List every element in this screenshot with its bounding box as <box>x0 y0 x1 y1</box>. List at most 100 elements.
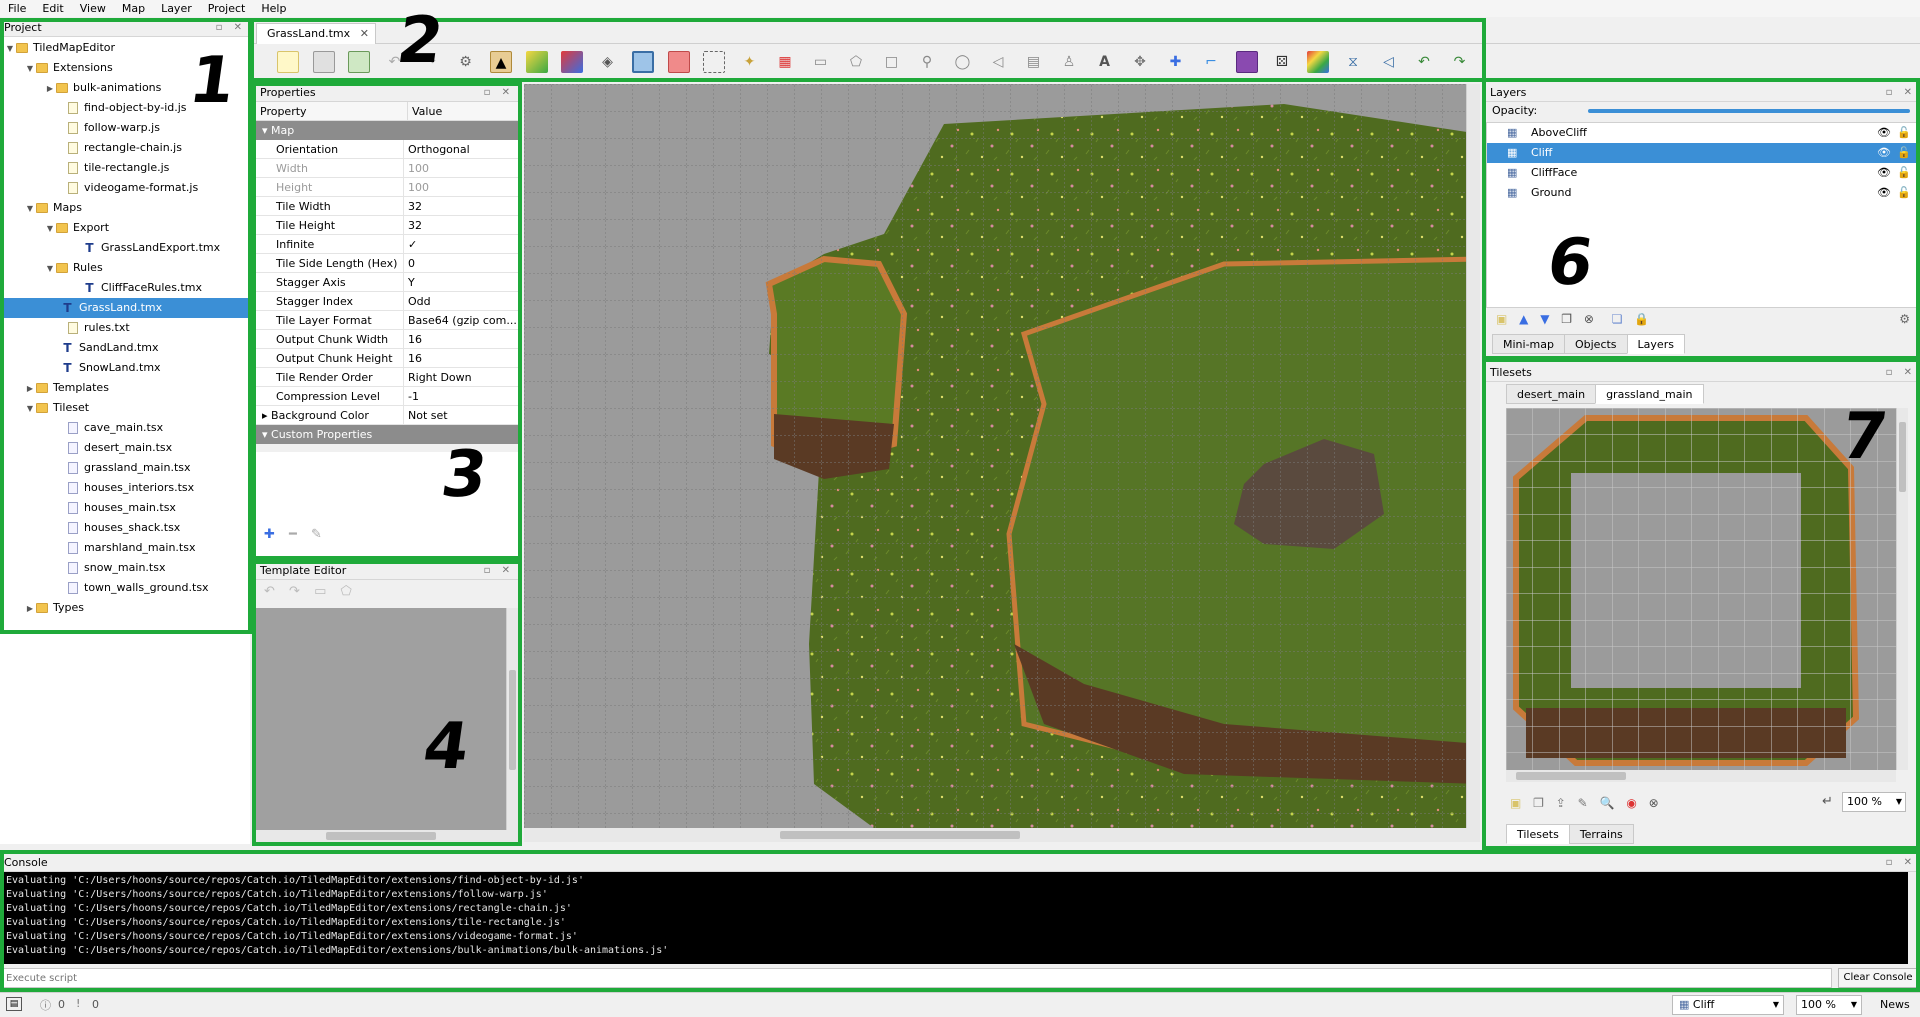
property-value[interactable]: Not set <box>404 406 518 424</box>
chevron-down-icon[interactable]: ▼ <box>1851 996 1857 1014</box>
tree-tileset[interactable]: ▼ Tileset <box>0 398 250 418</box>
tree-file[interactable]: town_walls_ground.tsx <box>0 578 250 598</box>
embed-tileset-icon[interactable]: ❐ <box>1533 796 1544 810</box>
tree-types[interactable]: ▶ Types <box>0 598 250 618</box>
insert-rectangle-icon[interactable]: □ <box>881 51 903 73</box>
lock-icon[interactable]: 🔓 <box>1897 123 1911 143</box>
wang-brush-icon[interactable] <box>561 51 583 73</box>
insert-polygon-icon[interactable]: ◁ <box>987 51 1009 73</box>
flip-horizontal-icon[interactable]: ⧖ <box>1342 51 1364 73</box>
chevron-right-icon[interactable]: ▶ <box>24 599 36 619</box>
panel-float-close-icon[interactable]: ▫ ✕ <box>484 84 514 102</box>
tab-tilesets[interactable]: Tilesets <box>1506 824 1570 844</box>
canvas-vscroll[interactable] <box>1466 84 1480 828</box>
property-row[interactable]: Width 100 <box>256 159 518 178</box>
eye-icon[interactable]: 👁 <box>1877 143 1891 163</box>
layer-row[interactable]: ▦ Ground 👁 🔓 <box>1487 183 1919 203</box>
layer-row[interactable]: ▦ CliffFace 👁 🔓 <box>1487 163 1919 183</box>
tree-file[interactable]: houses_main.tsx <box>0 498 250 518</box>
chevron-down-icon[interactable]: ▾ <box>262 428 268 441</box>
tree-file[interactable]: houses_shack.tsx <box>0 518 250 538</box>
commands-gear-icon[interactable]: ⚙ <box>455 51 477 73</box>
insert-text-icon[interactable]: A <box>1094 51 1116 73</box>
stamp-brush-icon[interactable]: ▲ <box>490 51 512 73</box>
tileset-properties-icon[interactable]: 🔍 <box>1600 796 1615 810</box>
tree-file[interactable]: snow_main.tsx <box>0 558 250 578</box>
menu-file[interactable]: File <box>0 0 34 17</box>
property-row[interactable]: Tile Width 32 <box>256 197 518 216</box>
select-objects-icon[interactable]: ▭ <box>810 51 832 73</box>
tree-file[interactable]: desert_main.tsx <box>0 438 250 458</box>
property-value[interactable]: 16 <box>404 330 518 348</box>
tileset-hscroll[interactable] <box>1506 770 1896 782</box>
panel-float-close-icon[interactable]: ▫ ✕ <box>484 562 514 580</box>
chevron-down-icon[interactable]: ▼ <box>44 259 56 279</box>
insert-point-icon[interactable]: ⚲ <box>916 51 938 73</box>
menu-edit[interactable]: Edit <box>34 0 71 17</box>
remove-layer-icon[interactable]: ⊗ <box>1584 312 1594 326</box>
tree-file[interactable]: grassland_main.tsx <box>0 458 250 478</box>
random-mode-icon[interactable]: ⚄ <box>1271 51 1293 73</box>
current-layer-select[interactable]: ▦ Cliff ▼ <box>1672 995 1784 1015</box>
opacity-slider[interactable] <box>1588 109 1910 113</box>
rotate-left-icon[interactable]: ↶ <box>1413 51 1435 73</box>
map-zoom-select[interactable]: 100 % ▼ <box>1796 995 1862 1015</box>
scroll-thumb[interactable] <box>509 670 516 770</box>
scroll-thumb[interactable] <box>780 831 1020 839</box>
property-row[interactable]: Output Chunk Width 16 <box>256 330 518 349</box>
tree-file[interactable]: videogame-format.js <box>0 178 250 198</box>
remove-property-icon[interactable]: ━ <box>289 527 297 542</box>
chevron-down-icon[interactable]: ▼ <box>1773 996 1779 1014</box>
layer-row[interactable]: ▦ AboveCliff 👁 🔓 <box>1487 123 1919 143</box>
tree-file[interactable]: T SnowLand.tmx <box>0 358 250 378</box>
panel-float-close-icon[interactable]: ▫ ✕ <box>1886 84 1916 102</box>
flip-vertical-icon[interactable]: ◁ <box>1378 51 1400 73</box>
tree-maps[interactable]: ▼ Maps <box>0 198 250 218</box>
tileset-zoom[interactable]: 100 % ▼ <box>1842 792 1906 812</box>
property-row[interactable]: ▸ Background Color Not set <box>256 406 518 425</box>
chevron-down-icon[interactable]: ▼ <box>24 59 36 79</box>
terrain-brush-icon[interactable] <box>525 51 548 73</box>
property-value[interactable]: 16 <box>404 349 518 367</box>
chevron-down-icon[interactable]: ▼ <box>1896 793 1902 811</box>
menu-help[interactable]: Help <box>253 0 294 17</box>
tile-rectangle-icon[interactable] <box>1235 51 1258 73</box>
chevron-right-icon[interactable]: ▶ <box>44 79 56 99</box>
lock-other-layers-icon[interactable]: 🔒 <box>1634 312 1649 326</box>
export-tileset-icon[interactable]: ⇪ <box>1556 796 1566 810</box>
tree-file[interactable]: houses_interiors.tsx <box>0 478 250 498</box>
wrap-icon[interactable]: ↵ <box>1822 794 1833 809</box>
group-map[interactable]: ▾ Map <box>256 121 518 140</box>
duplicate-layer-icon[interactable]: ❐ <box>1561 312 1572 326</box>
redo-icon[interactable]: ↷ <box>289 584 300 599</box>
show-hide-other-layers-icon[interactable]: ❏ <box>1612 312 1623 326</box>
insert-tile-icon[interactable]: ▤ <box>1023 51 1045 73</box>
edit-polygon-icon[interactable]: ⬠ <box>341 584 352 599</box>
menu-layer[interactable]: Layer <box>153 0 200 17</box>
panel-float-close-icon[interactable]: ▫ ✕ <box>1886 854 1916 872</box>
add-property-icon[interactable]: ✚ <box>264 527 275 542</box>
property-row[interactable]: Stagger Index Odd <box>256 292 518 311</box>
error-icon[interactable]: ⓘ <box>40 997 51 1013</box>
tree-file[interactable]: follow-warp.js <box>0 118 250 138</box>
shape-fill-icon[interactable] <box>632 51 654 73</box>
dynamic-wrapping-icon[interactable]: ◉ <box>1626 796 1636 810</box>
lock-icon[interactable]: 🔓 <box>1897 183 1911 203</box>
template-hscroll[interactable] <box>256 830 518 842</box>
property-value[interactable]: 0 <box>404 254 518 272</box>
save-icon[interactable] <box>348 51 370 73</box>
property-row[interactable]: Compression Level -1 <box>256 387 518 406</box>
eraser-icon[interactable] <box>667 51 690 73</box>
property-value[interactable]: 100 <box>404 159 518 177</box>
edit-tileset-icon[interactable]: ✎ <box>1578 796 1588 810</box>
rect-select-icon[interactable] <box>703 51 725 73</box>
clear-console-button[interactable]: Clear Console <box>1838 968 1918 988</box>
edit-polygons-icon[interactable]: ⬠ <box>845 51 867 73</box>
chevron-down-icon[interactable]: ▼ <box>24 399 36 419</box>
new-tileset-icon[interactable]: ▣ <box>1510 796 1521 810</box>
property-value[interactable]: 32 <box>404 197 518 215</box>
chevron-down-icon[interactable]: ▼ <box>24 199 36 219</box>
menu-view[interactable]: View <box>72 0 114 17</box>
menu-map[interactable]: Map <box>114 0 153 17</box>
scroll-thumb[interactable] <box>326 832 436 840</box>
